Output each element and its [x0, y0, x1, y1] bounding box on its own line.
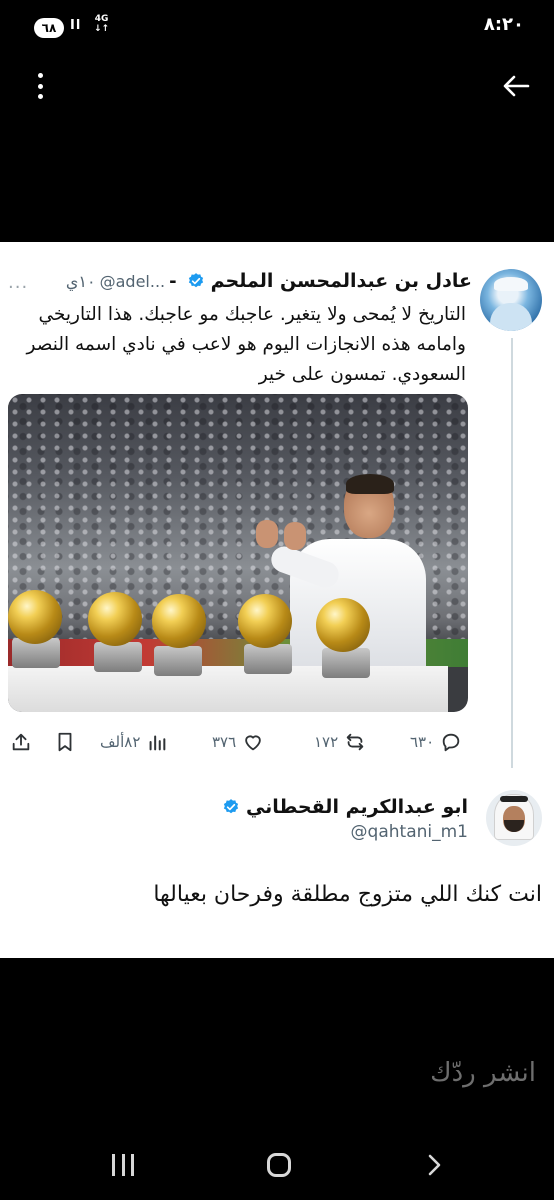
nav-home-icon[interactable] — [267, 1153, 291, 1177]
system-nav-bar — [0, 1130, 554, 1200]
views-action[interactable]: ٨٢ألف — [100, 720, 168, 764]
reply-author-handle: @qahtani_m1 — [350, 822, 468, 842]
views-icon — [149, 735, 166, 751]
verified-badge-icon — [188, 273, 203, 288]
reply-action[interactable]: ٦٣٠ — [410, 720, 462, 764]
quoted-author-handle: @adel... — [99, 271, 166, 291]
status-bar: ٨:٢٠ ٦٨ Il 4G ↓↑ — [0, 0, 554, 56]
quoted-tweet-header: عادل بن عبدالمحسن الملحم - @adel... ١٠ي — [32, 266, 472, 296]
header-separator: - — [169, 270, 177, 292]
more-options-icon[interactable]: ... — [8, 272, 28, 293]
verified-badge-icon — [223, 799, 239, 814]
network-arrows: ↓↑ — [94, 24, 110, 34]
reply-author-avatar[interactable] — [486, 790, 542, 846]
battery-icon: ٦٨ — [34, 18, 64, 38]
like-action[interactable]: ٣٧٦ — [212, 720, 264, 764]
share-icon — [12, 733, 30, 751]
quoted-author-name[interactable]: عادل بن عبدالمحسن الملحم — [211, 270, 472, 292]
views-count: ٨٢ألف — [100, 733, 141, 751]
quoted-tweet-text: التاريخ لا يُمحى ولا يتغير. عاجبك مو عاج… — [26, 304, 466, 385]
quoted-tweet-actions: ٦٣٠ ١٧٢ ٣٧٦ ٨٢ألف — [0, 720, 480, 764]
reply-author-name[interactable]: ابو عبدالكريم القحطاني — [246, 796, 468, 818]
back-arrow-icon[interactable] — [500, 70, 532, 102]
more-vertical-icon[interactable] — [28, 70, 52, 102]
bookmark-action[interactable] — [54, 720, 76, 764]
reply-header: ابو عبدالكريم القحطاني — [168, 792, 468, 822]
publish-reply-input[interactable]: انشر ردّك — [430, 1058, 536, 1088]
like-icon — [245, 735, 261, 751]
like-count: ٣٧٦ — [212, 733, 237, 751]
network-icon: 4G ↓↑ — [94, 14, 109, 34]
quoted-tweet-time: ١٠ي — [65, 271, 96, 291]
quoted-author-avatar[interactable] — [480, 269, 542, 331]
bookmark-icon — [58, 732, 72, 752]
tweet-media-image[interactable] — [8, 394, 468, 712]
share-action[interactable] — [10, 720, 32, 764]
status-time: ٨:٢٠ — [483, 14, 524, 35]
reply-text: انت كنك اللي متزوج مطلقة وفرحان بعيالها — [153, 882, 542, 907]
network-type: 4G — [94, 14, 109, 24]
thread-line — [511, 338, 513, 768]
retweet-icon — [346, 733, 364, 751]
top-app-bar — [0, 56, 554, 116]
nav-recent-icon[interactable] — [112, 1154, 134, 1176]
retweet-count: ١٧٢ — [314, 733, 339, 751]
reply-screenshot-card: عادل بن عبدالمحسن الملحم - @adel... ١٠ي … — [0, 242, 554, 958]
nav-back-icon[interactable] — [420, 1151, 448, 1179]
retweet-action[interactable]: ١٧٢ — [314, 720, 366, 764]
reply-count: ٦٣٠ — [410, 733, 435, 751]
signal-icon: Il — [70, 18, 82, 33]
reply-icon — [442, 733, 460, 752]
